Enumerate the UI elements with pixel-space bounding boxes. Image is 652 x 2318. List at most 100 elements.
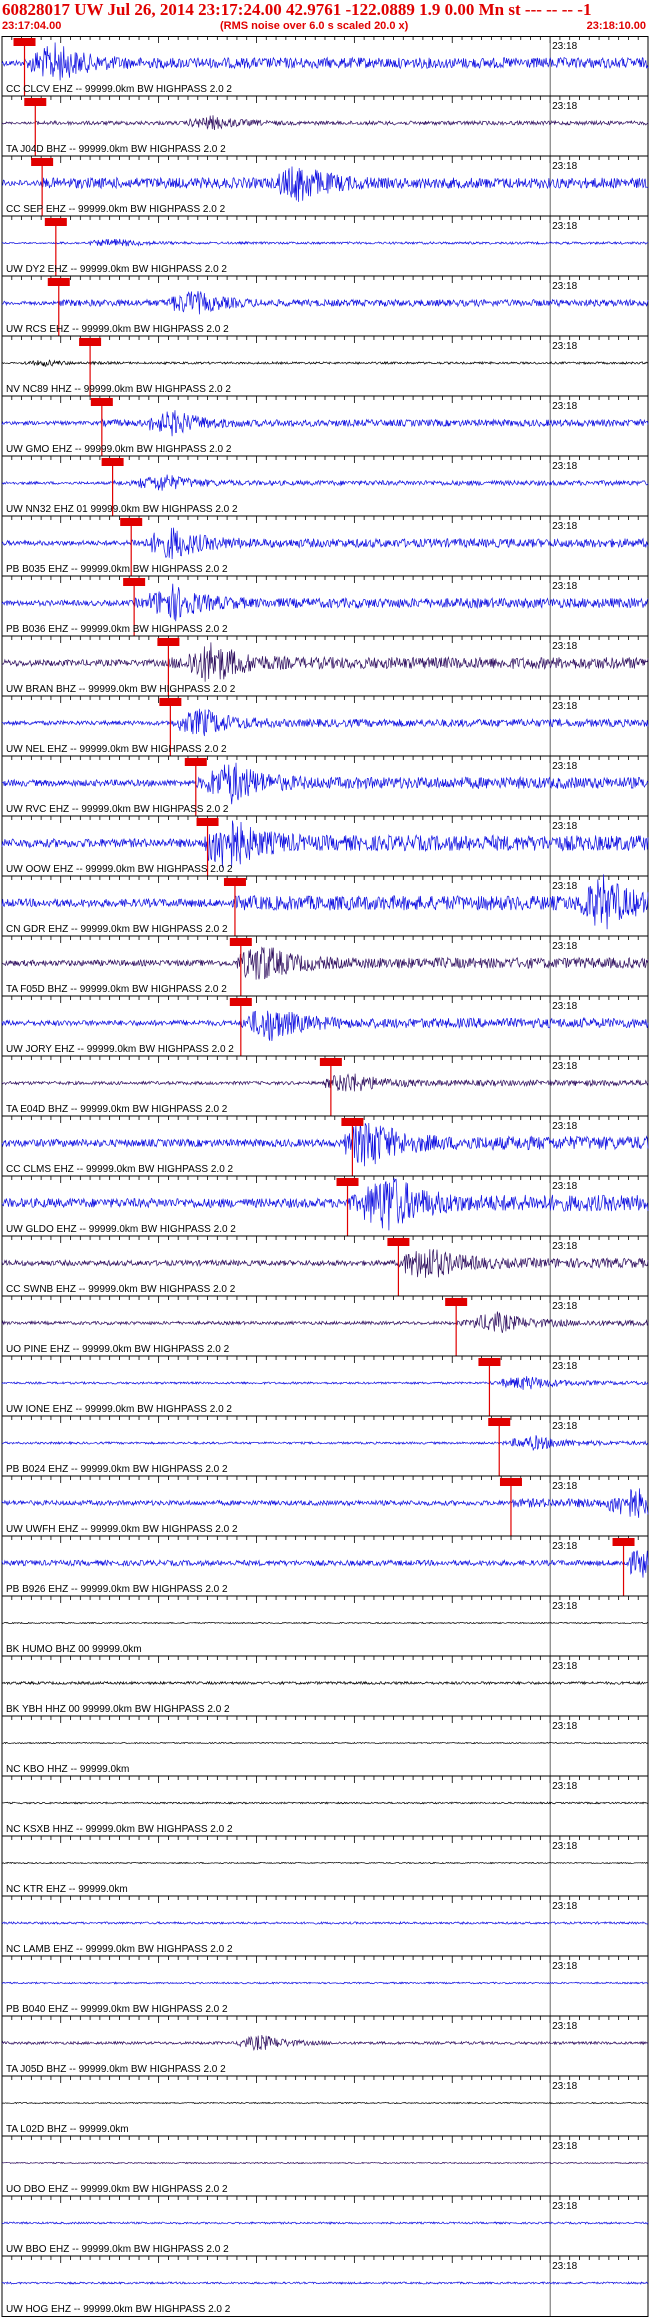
pick-marker bbox=[223, 878, 246, 886]
station-label: PB B035 EHZ -- 99999.0km BW HIGHPASS 2.0… bbox=[6, 564, 228, 575]
pick-marker bbox=[319, 1058, 342, 1066]
station-label: UW RVC EHZ -- 99999.0km BW HIGHPASS 2.0 … bbox=[6, 804, 229, 815]
minute-label: 23:18 bbox=[552, 2201, 577, 2212]
pick-marker bbox=[31, 158, 54, 166]
minute-label: 23:18 bbox=[552, 1481, 577, 1492]
minute-label: 23:18 bbox=[552, 2141, 577, 2152]
minute-label: 23:18 bbox=[552, 521, 577, 532]
minute-label: 23:18 bbox=[552, 1721, 577, 1732]
station-label: NC KSXB HHZ -- 99999.0km BW HIGHPASS 2.0… bbox=[6, 1824, 233, 1835]
minute-label: 23:18 bbox=[552, 1361, 577, 1372]
minute-label: 23:18 bbox=[552, 941, 577, 952]
pick-marker bbox=[44, 218, 67, 226]
pick-marker bbox=[90, 398, 113, 406]
waveform-trace bbox=[1, 1177, 649, 1231]
waveform-trace bbox=[1, 1981, 649, 1985]
minute-label: 23:18 bbox=[552, 2021, 577, 2032]
waveform-trace bbox=[1, 708, 649, 737]
station-label: UW HOG EHZ -- 99999.0km BW HIGHPASS 2.0 … bbox=[6, 2304, 231, 2315]
pick-marker bbox=[499, 1478, 522, 1486]
pick-marker bbox=[478, 1358, 501, 1366]
station-label: UW BRAN BHZ -- 99999.0km BW HIGHPASS 2.0… bbox=[6, 684, 236, 695]
waveform-trace bbox=[1, 1488, 649, 1518]
pick-marker bbox=[229, 998, 252, 1006]
pick-marker bbox=[612, 1538, 635, 1546]
minute-label: 23:18 bbox=[552, 581, 577, 592]
pick-marker bbox=[123, 578, 146, 586]
waveform-trace bbox=[1, 762, 649, 805]
minute-label: 23:18 bbox=[552, 281, 577, 292]
waveform-trace bbox=[1, 642, 649, 682]
station-label: NV NC89 HHZ -- 99999.0km BW HIGHPASS 2.0… bbox=[6, 384, 231, 395]
station-label: UW RCS EHZ -- 99999.0km BW HIGHPASS 2.0 … bbox=[6, 324, 229, 335]
station-label: NC KTR EHZ -- 99999.0km bbox=[6, 1884, 128, 1895]
station-label: TA J05D BHZ -- 99999.0km BW HIGHPASS 2.0… bbox=[6, 2064, 226, 2075]
pick-marker bbox=[159, 698, 182, 706]
waveform-trace bbox=[1, 2221, 649, 2225]
station-label: TA J04D BHZ -- 99999.0km BW HIGHPASS 2.0… bbox=[6, 144, 226, 155]
waveform-trace bbox=[2, 1741, 649, 1745]
station-label: UW NEL EHZ -- 99999.0km BW HIGHPASS 2.0 … bbox=[6, 744, 227, 755]
station-label: CC SEP EHZ -- 99999.0km BW HIGHPASS 2.0 … bbox=[6, 204, 226, 215]
minute-label: 23:18 bbox=[552, 221, 577, 232]
minute-label: 23:18 bbox=[552, 1541, 577, 1552]
waveform-trace bbox=[1, 1122, 649, 1167]
pick-marker bbox=[336, 1178, 359, 1186]
waveform-trace bbox=[1, 2161, 649, 2165]
pick-marker bbox=[184, 758, 207, 766]
minute-label: 23:18 bbox=[552, 1781, 577, 1792]
waveform-trace bbox=[1, 1550, 649, 1578]
station-label: UW OOW EHZ -- 99999.0km BW HIGHPASS 2.0 … bbox=[6, 864, 233, 875]
minute-label: 23:18 bbox=[552, 1301, 577, 1312]
station-label: UO DBO EHZ -- 99999.0km BW HIGHPASS 2.0 … bbox=[6, 2184, 228, 2195]
minute-label: 23:18 bbox=[552, 1601, 577, 1612]
minute-label: 23:18 bbox=[552, 1961, 577, 1972]
waveform-trace bbox=[1, 2281, 649, 2285]
minute-label: 23:18 bbox=[552, 1181, 577, 1192]
minute-label: 23:18 bbox=[552, 1121, 577, 1132]
pick-marker bbox=[488, 1418, 511, 1426]
pick-marker bbox=[157, 638, 180, 646]
end-time-label: 23:18:10.00 bbox=[586, 20, 646, 32]
station-label: PB B024 EHZ -- 99999.0km BW HIGHPASS 2.0… bbox=[6, 1464, 228, 1475]
waveform-trace bbox=[1, 874, 649, 930]
minute-label: 23:18 bbox=[552, 341, 577, 352]
pick-marker bbox=[101, 458, 124, 466]
station-label: UW IONE EHZ -- 99999.0km BW HIGHPASS 2.0… bbox=[6, 1404, 232, 1415]
station-label: UW GLDO EHZ -- 99999.0km BW HIGHPASS 2.0… bbox=[6, 1224, 236, 1235]
pick-marker bbox=[387, 1238, 410, 1246]
station-label: PB B926 EHZ -- 99999.0km BW HIGHPASS 2.0… bbox=[6, 1584, 228, 1595]
minute-label: 23:18 bbox=[552, 1841, 577, 1852]
waveform-trace bbox=[1, 1311, 649, 1333]
waveform-trace bbox=[1, 1920, 649, 1925]
minute-label: 23:18 bbox=[552, 1661, 577, 1672]
minute-label: 23:18 bbox=[552, 101, 577, 112]
waveform-trace bbox=[1, 2035, 649, 2051]
station-label: CC CLMS EHZ -- 99999.0km BW HIGHPASS 2.0… bbox=[6, 1164, 234, 1175]
station-label: UW UWFH EHZ -- 99999.0km BW HIGHPASS 2.0… bbox=[6, 1524, 238, 1535]
seismogram-plot: 23:18 CC CLCV EHZ -- 99999.0km BW HIGHPAS… bbox=[1, 36, 649, 2317]
station-label: PB B040 EHZ -- 99999.0km BW HIGHPASS 2.0… bbox=[6, 2004, 228, 2015]
pick-marker bbox=[341, 1118, 364, 1126]
station-label: BK YBH HHZ 00 99999.0km BW HIGHPASS 2.0 … bbox=[6, 1704, 230, 1715]
waveform-trace bbox=[1, 410, 649, 437]
minute-label: 23:18 bbox=[552, 881, 577, 892]
station-label: TA E04D BHZ -- 99999.0km BW HIGHPASS 2.0… bbox=[6, 1104, 228, 1115]
rms-note: (RMS noise over 6.0 s scaled 20.0 x) bbox=[220, 20, 409, 32]
station-label: NC KBO HHZ -- 99999.0km bbox=[6, 1764, 129, 1775]
waveform-trace bbox=[1, 1010, 649, 1042]
minute-label: 23:18 bbox=[552, 2081, 577, 2092]
pick-marker bbox=[24, 98, 47, 106]
waveform-trace bbox=[1, 1801, 649, 1805]
minute-label: 23:18 bbox=[552, 1421, 577, 1432]
plot-header: 60828017 UW Jul 26, 2014 23:17:24.00 42.… bbox=[0, 0, 652, 36]
station-label: NC LAMB EHZ -- 99999.0km BW HIGHPASS 2.0… bbox=[6, 1944, 233, 1955]
waveform-trace bbox=[1, 1073, 649, 1092]
pick-marker bbox=[47, 278, 70, 286]
station-label: PB B036 EHZ -- 99999.0km BW HIGHPASS 2.0… bbox=[6, 624, 228, 635]
start-time-label: 23:17:04.00 bbox=[2, 20, 62, 32]
minute-label: 23:18 bbox=[552, 641, 577, 652]
pick-marker bbox=[229, 938, 252, 946]
station-label: UO PINE EHZ -- 99999.0km BW HIGHPASS 2.0… bbox=[6, 1344, 230, 1355]
pick-marker bbox=[196, 818, 219, 826]
